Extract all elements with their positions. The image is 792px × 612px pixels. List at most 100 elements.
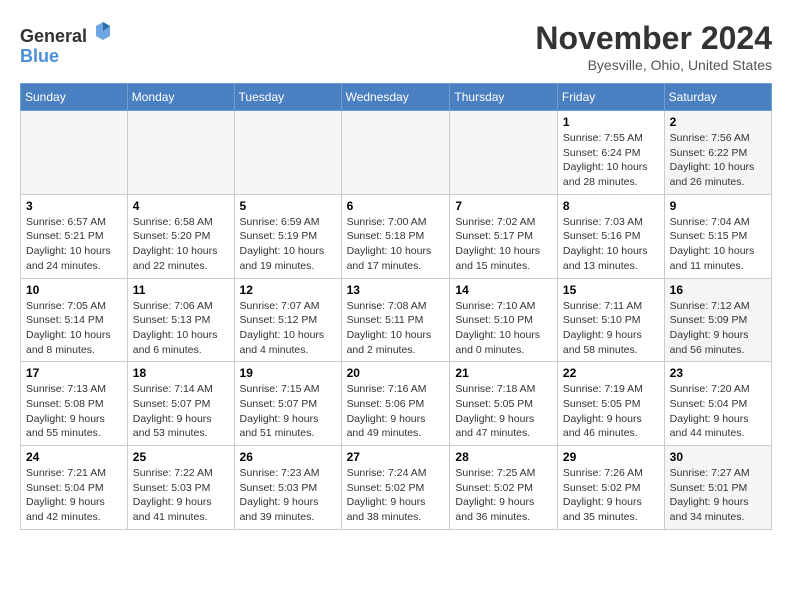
day-info: Sunrise: 7:56 AM Sunset: 6:22 PM Dayligh… (670, 131, 766, 190)
calendar-day: 9 Sunrise: 7:04 AM Sunset: 5:15 PM Daylig… (664, 194, 771, 278)
day-info: Sunrise: 7:03 AM Sunset: 5:16 PM Dayligh… (563, 215, 659, 274)
calendar-day: 12 Sunrise: 7:07 AM Sunset: 5:12 PM Dayli… (234, 278, 341, 362)
calendar-day: 21 Sunrise: 7:18 AM Sunset: 5:05 PM Dayli… (450, 362, 558, 446)
day-info: Sunrise: 7:18 AM Sunset: 5:05 PM Dayligh… (455, 382, 552, 441)
calendar-day: 11 Sunrise: 7:06 AM Sunset: 5:13 PM Dayli… (127, 278, 234, 362)
calendar-day: 23 Sunrise: 7:20 AM Sunset: 5:04 PM Dayli… (664, 362, 771, 446)
day-number: 23 (670, 366, 766, 380)
calendar-day (127, 111, 234, 195)
logo-general: General (20, 26, 87, 46)
calendar-week-2: 3 Sunrise: 6:57 AM Sunset: 5:21 PM Daylig… (21, 194, 772, 278)
day-number: 12 (240, 283, 336, 297)
day-info: Sunrise: 6:57 AM Sunset: 5:21 PM Dayligh… (26, 215, 122, 274)
logo: General Blue (20, 20, 114, 67)
calendar-day: 18 Sunrise: 7:14 AM Sunset: 5:07 PM Dayli… (127, 362, 234, 446)
calendar-day: 2 Sunrise: 7:56 AM Sunset: 6:22 PM Daylig… (664, 111, 771, 195)
calendar-day: 20Sunrise: 7:16 AM Sunset: 5:06 PM Dayli… (341, 362, 450, 446)
calendar-day: 3 Sunrise: 6:57 AM Sunset: 5:21 PM Daylig… (21, 194, 128, 278)
day-info: Sunrise: 7:07 AM Sunset: 5:12 PM Dayligh… (240, 299, 336, 358)
calendar-day: 24 Sunrise: 7:21 AM Sunset: 5:04 PM Dayli… (21, 446, 128, 530)
calendar-day: 15 Sunrise: 7:11 AM Sunset: 5:10 PM Dayli… (557, 278, 664, 362)
day-info: Sunrise: 7:13 AM Sunset: 5:08 PM Dayligh… (26, 382, 122, 441)
day-number: 9 (670, 199, 766, 213)
calendar-day: 26 Sunrise: 7:23 AM Sunset: 5:03 PM Dayli… (234, 446, 341, 530)
day-info: Sunrise: 7:10 AM Sunset: 5:10 PM Dayligh… (455, 299, 552, 358)
calendar-day: 7Sunrise: 7:02 AM Sunset: 5:17 PM Daylig… (450, 194, 558, 278)
calendar-day (450, 111, 558, 195)
day-number: 5 (240, 199, 336, 213)
day-info: Sunrise: 7:19 AM Sunset: 5:05 PM Dayligh… (563, 382, 659, 441)
day-info: Sunrise: 7:11 AM Sunset: 5:10 PM Dayligh… (563, 299, 659, 358)
day-number: 17 (26, 366, 122, 380)
day-number: 18 (133, 366, 229, 380)
calendar-day: 10 Sunrise: 7:05 AM Sunset: 5:14 PM Dayli… (21, 278, 128, 362)
day-info: Sunrise: 7:20 AM Sunset: 5:04 PM Dayligh… (670, 382, 766, 441)
day-number: 1 (563, 115, 659, 129)
calendar-week-5: 24 Sunrise: 7:21 AM Sunset: 5:04 PM Dayli… (21, 446, 772, 530)
day-info: Sunrise: 6:58 AM Sunset: 5:20 PM Dayligh… (133, 215, 229, 274)
day-info: Sunrise: 7:04 AM Sunset: 5:15 PM Dayligh… (670, 215, 766, 274)
weekday-header-thursday: Thursday (450, 84, 558, 111)
weekday-header-monday: Monday (127, 84, 234, 111)
day-number: 2 (670, 115, 766, 129)
weekday-header-friday: Friday (557, 84, 664, 111)
day-number: 25 (133, 450, 229, 464)
calendar-table: SundayMondayTuesdayWednesdayThursdayFrid… (20, 83, 772, 530)
calendar-day: 17 Sunrise: 7:13 AM Sunset: 5:08 PM Dayli… (21, 362, 128, 446)
weekday-header-wednesday: Wednesday (341, 84, 450, 111)
weekday-header-row: SundayMondayTuesdayWednesdayThursdayFrid… (21, 84, 772, 111)
logo-blue: Blue (20, 46, 59, 66)
calendar-day: 4Sunrise: 6:58 AM Sunset: 5:20 PM Daylig… (127, 194, 234, 278)
month-title: November 2024 (535, 20, 772, 57)
day-number: 22 (563, 366, 659, 380)
title-block: November 2024 Byesville, Ohio, United St… (535, 20, 772, 73)
day-info: Sunrise: 7:05 AM Sunset: 5:14 PM Dayligh… (26, 299, 122, 358)
day-info: Sunrise: 7:23 AM Sunset: 5:03 PM Dayligh… (240, 466, 336, 525)
day-number: 11 (133, 283, 229, 297)
calendar-day: 6Sunrise: 7:00 AM Sunset: 5:18 PM Daylig… (341, 194, 450, 278)
day-info: Sunrise: 7:27 AM Sunset: 5:01 PM Dayligh… (670, 466, 766, 525)
day-number: 29 (563, 450, 659, 464)
day-info: Sunrise: 7:22 AM Sunset: 5:03 PM Dayligh… (133, 466, 229, 525)
day-info: Sunrise: 7:00 AM Sunset: 5:18 PM Dayligh… (347, 215, 445, 274)
day-number: 27 (347, 450, 445, 464)
day-number: 15 (563, 283, 659, 297)
day-number: 19 (240, 366, 336, 380)
calendar-day: 27 Sunrise: 7:24 AM Sunset: 5:02 PM Dayli… (341, 446, 450, 530)
day-info: Sunrise: 7:26 AM Sunset: 5:02 PM Dayligh… (563, 466, 659, 525)
logo-icon (94, 20, 112, 42)
calendar-week-4: 17 Sunrise: 7:13 AM Sunset: 5:08 PM Dayli… (21, 362, 772, 446)
calendar-day (234, 111, 341, 195)
day-info: Sunrise: 7:25 AM Sunset: 5:02 PM Dayligh… (455, 466, 552, 525)
calendar-day: 25 Sunrise: 7:22 AM Sunset: 5:03 PM Dayli… (127, 446, 234, 530)
weekday-header-tuesday: Tuesday (234, 84, 341, 111)
calendar-day: 22 Sunrise: 7:19 AM Sunset: 5:05 PM Dayli… (557, 362, 664, 446)
day-number: 3 (26, 199, 122, 213)
day-info: Sunrise: 7:14 AM Sunset: 5:07 PM Dayligh… (133, 382, 229, 441)
day-info: Sunrise: 7:24 AM Sunset: 5:02 PM Dayligh… (347, 466, 445, 525)
day-number: 13 (347, 283, 445, 297)
calendar-day: 14 Sunrise: 7:10 AM Sunset: 5:10 PM Dayli… (450, 278, 558, 362)
day-number: 8 (563, 199, 659, 213)
calendar-day: 16 Sunrise: 7:12 AM Sunset: 5:09 PM Dayli… (664, 278, 771, 362)
day-number: 16 (670, 283, 766, 297)
day-number: 10 (26, 283, 122, 297)
day-number: 14 (455, 283, 552, 297)
day-info: Sunrise: 7:16 AM Sunset: 5:06 PM Dayligh… (347, 382, 445, 441)
calendar-day: 19 Sunrise: 7:15 AM Sunset: 5:07 PM Dayli… (234, 362, 341, 446)
day-info: Sunrise: 7:15 AM Sunset: 5:07 PM Dayligh… (240, 382, 336, 441)
day-info: Sunrise: 7:06 AM Sunset: 5:13 PM Dayligh… (133, 299, 229, 358)
day-number: 21 (455, 366, 552, 380)
day-number: 30 (670, 450, 766, 464)
day-info: Sunrise: 7:08 AM Sunset: 5:11 PM Dayligh… (347, 299, 445, 358)
calendar-day: 29 Sunrise: 7:26 AM Sunset: 5:02 PM Dayli… (557, 446, 664, 530)
calendar-day: 30 Sunrise: 7:27 AM Sunset: 5:01 PM Dayli… (664, 446, 771, 530)
calendar-day: 1Sunrise: 7:55 AM Sunset: 6:24 PM Daylig… (557, 111, 664, 195)
calendar-day: 5Sunrise: 6:59 AM Sunset: 5:19 PM Daylig… (234, 194, 341, 278)
day-info: Sunrise: 7:12 AM Sunset: 5:09 PM Dayligh… (670, 299, 766, 358)
day-number: 24 (26, 450, 122, 464)
day-number: 28 (455, 450, 552, 464)
calendar-day: 28 Sunrise: 7:25 AM Sunset: 5:02 PM Dayli… (450, 446, 558, 530)
day-number: 26 (240, 450, 336, 464)
day-info: Sunrise: 7:21 AM Sunset: 5:04 PM Dayligh… (26, 466, 122, 525)
